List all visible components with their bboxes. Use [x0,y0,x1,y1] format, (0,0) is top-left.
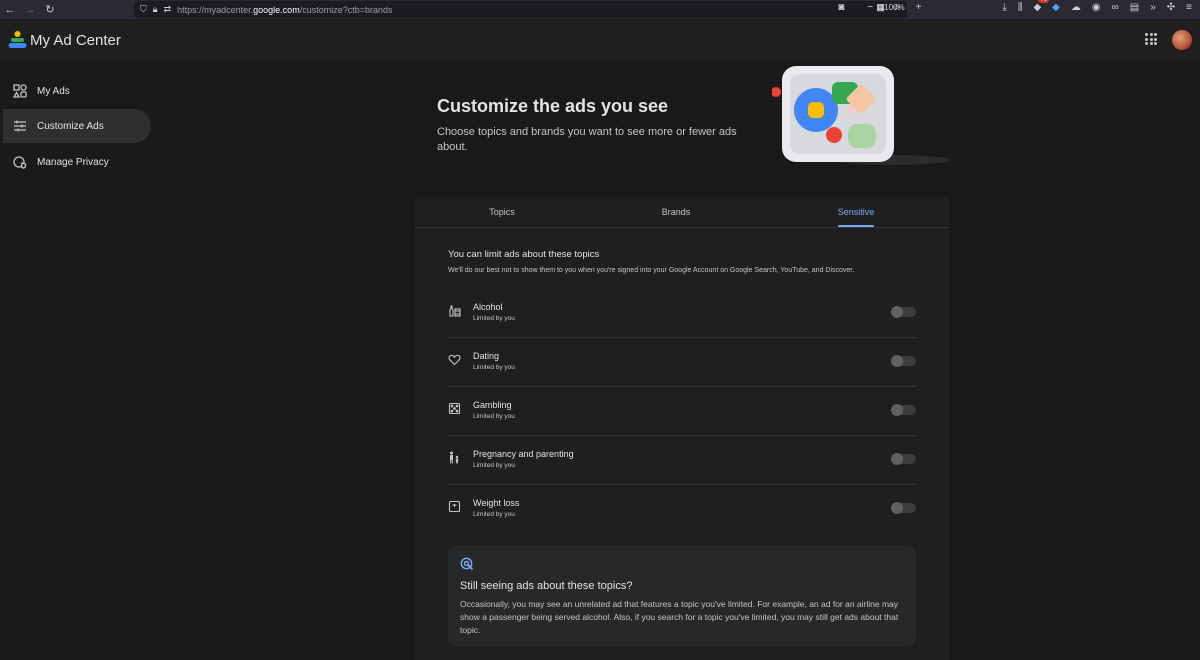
zoom-level[interactable]: 100% [884,3,904,12]
forward-icon[interactable]: → [20,4,40,16]
list-item: Alcohol Limited by you [448,289,916,338]
topic-label: Pregnancy and parenting [473,449,574,459]
reader-icon[interactable]: ▤ [1130,2,1139,13]
topic-status: Limited by you [473,462,515,469]
tab-indicator [838,225,874,227]
sidebar-item-label: My Ads [37,85,70,97]
alcohol-icon [449,305,461,317]
url-text[interactable]: https://myadcenter.google.com/customize?… [177,5,392,15]
sidebar-item-my-ads[interactable]: My Ads [3,74,151,108]
pocket-icon[interactable]: ◙ [838,2,844,13]
download-icon[interactable]: ⤓ [1002,2,1006,13]
customize-card: Topics Brands Sensitive You can limit ad… [415,197,949,660]
avatar[interactable] [1172,30,1192,50]
extension-badge: 78 [1038,0,1050,3]
ad-center-logo-icon [8,31,27,48]
reload-icon[interactable]: ↻ [40,3,60,16]
dice-icon [448,402,461,415]
list-item: Weight loss Limited by you [448,485,916,534]
extensions-icon[interactable]: ✣ [1167,2,1175,13]
sliders-icon [14,120,26,132]
google-apps-icon[interactable] [1145,33,1157,45]
parenting-icon [450,451,459,464]
menu-icon[interactable]: ≡ [1186,2,1192,13]
vpn-icon[interactable]: ◉ [1092,2,1101,13]
topic-status: Limited by you [473,315,515,322]
topic-label: Alcohol [473,302,503,312]
info-box: Still seeing ads about these topics? Occ… [448,545,916,647]
toggle-knob [891,502,903,514]
sidebar-item-label: Manage Privacy [37,156,109,168]
topic-status: Limited by you [473,413,515,420]
toggle-knob [891,404,903,416]
section-title: You can limit ads about these topics [448,249,600,260]
app-title[interactable]: My Ad Center [30,32,121,49]
list-item: Pregnancy and parenting Limited by you [448,436,916,485]
app-header: My Ad Center [0,19,1200,60]
library-icon[interactable]: ⫼ [1018,2,1023,13]
lock-icon[interactable]: 🔒︎ [153,4,158,15]
glasses-icon[interactable]: ∞ [1112,2,1119,13]
alcohol-toggle[interactable] [891,306,916,318]
overflow-icon[interactable]: » [1150,2,1156,13]
list-item: Dating Limited by you [448,338,916,387]
shield-icon[interactable]: ⛉ [140,4,147,15]
topic-label: Gambling [473,400,512,410]
browser-toolbar: ← → ↻ ⛉ 🔒︎ ⇄ https://myadcenter.google.c… [0,0,1200,19]
tab-brands[interactable]: Brands [636,207,716,217]
sidebar-item-label: Customize Ads [37,120,104,132]
section-description: We'll do our best not to show them to yo… [448,267,855,274]
cloud-icon[interactable]: ☁ [1071,2,1081,13]
url-bar[interactable]: ⛉ 🔒︎ ⇄ https://myadcenter.google.com/cus… [134,1,907,18]
toggle-knob [891,355,903,367]
toggle-knob [891,306,903,318]
my-ads-icon [13,84,27,98]
tab-topics[interactable]: Topics [462,207,542,217]
scale-icon [448,500,461,513]
topic-status: Limited by you [473,511,515,518]
heart-icon [448,354,461,366]
shape-sorter-illustration-icon [772,66,950,165]
topic-status: Limited by you [473,364,515,371]
gambling-toggle[interactable] [891,404,916,416]
permissions-icon[interactable]: ⇄ [164,4,172,15]
ad-target-icon [460,557,474,571]
toggle-knob [891,453,903,465]
list-item: Gambling Limited by you [448,387,916,436]
privacy-icon [13,156,27,169]
zoom-out-icon[interactable]: − [867,2,873,13]
info-title: Still seeing ads about these topics? [460,580,633,592]
page-subtitle: Choose topics and brands you want to see… [437,126,737,153]
sidebar-item-customize-ads[interactable]: Customize Ads [3,109,151,143]
zoom-in-icon[interactable]: + [916,2,922,13]
pregnancy-toggle[interactable] [891,453,916,465]
weight-loss-toggle[interactable] [891,502,916,514]
topic-label: Dating [473,351,500,361]
sidebar-item-manage-privacy[interactable]: Manage Privacy [3,145,151,179]
topic-label: Weight loss [473,498,520,508]
back-icon[interactable]: ← [0,4,20,16]
tab-sensitive[interactable]: Sensitive [816,207,896,217]
extension-gem-icon[interactable]: ◆ [1052,2,1060,13]
info-text: Occasionally, you may see an unrelated a… [460,599,899,635]
sidebar: My Ads Customize Ads Manage Privacy [0,60,160,660]
ublock-extension-icon[interactable]: ◆ 78 [1033,0,1050,13]
tab-bar: Topics Brands Sensitive [415,197,949,228]
page-title: Customize the ads you see [437,96,669,116]
main-content: Customize the ads you see Choose topics … [160,60,1200,660]
dating-toggle[interactable] [891,355,916,367]
